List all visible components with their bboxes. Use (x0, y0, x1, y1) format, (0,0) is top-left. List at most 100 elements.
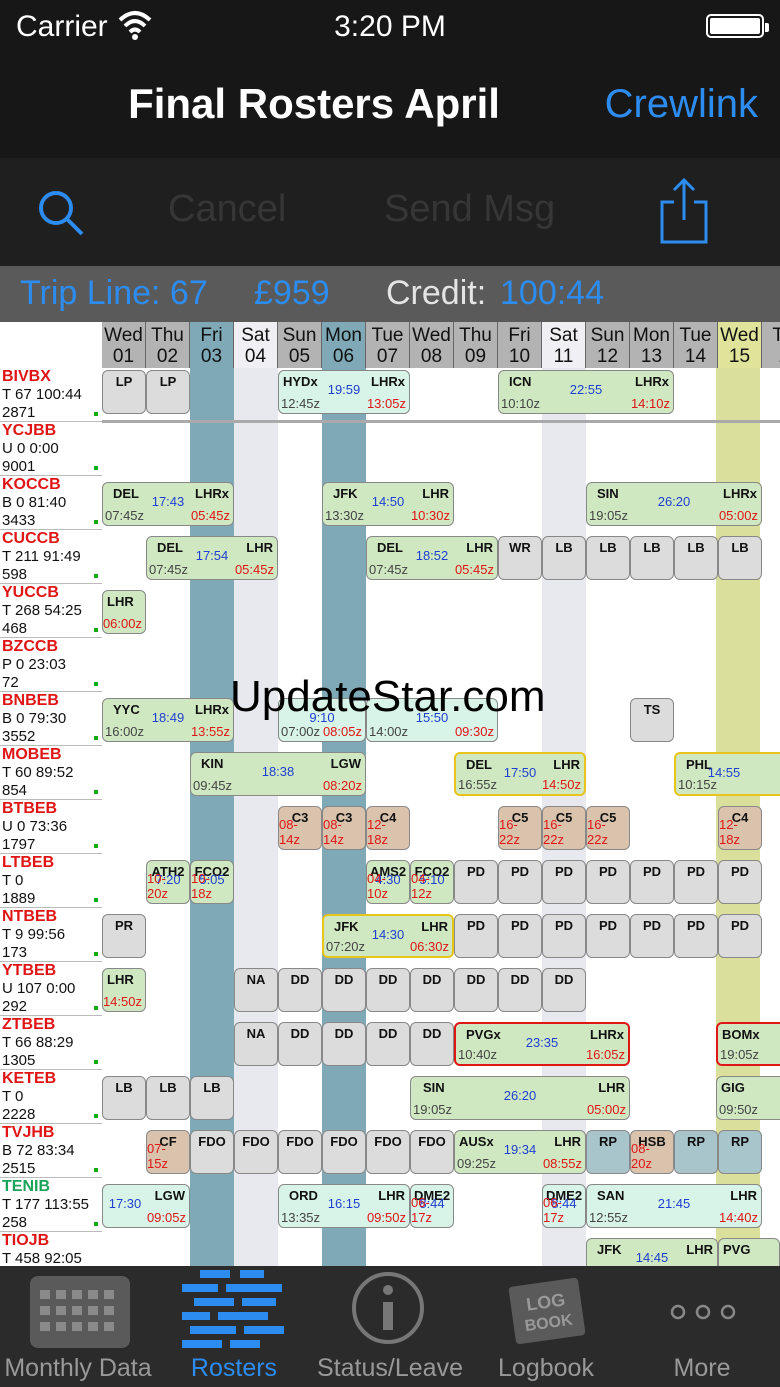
duty-cell[interactable]: DD (542, 968, 586, 1012)
duty-cell[interactable]: LB (674, 536, 718, 580)
duty-cell[interactable]: FDO (366, 1130, 410, 1174)
duty-cell[interactable]: DD (498, 968, 542, 1012)
trip-cell[interactable]: DEL LHR 17:54 07:45z 05:45z (146, 536, 278, 580)
duty-cell[interactable]: PD (454, 860, 498, 904)
duty-cell[interactable]: LP (146, 370, 190, 414)
duty-cell[interactable]: DME2 8:44 06-17z (542, 1184, 586, 1228)
search-icon[interactable] (36, 188, 86, 238)
trip-cell[interactable]: JFK LHR 14:30 07:20z 06:30z (322, 914, 454, 958)
day-header[interactable]: Sat 04 (234, 322, 278, 368)
trip-cell[interactable]: SIN LHRx 26:20 19:05z 05:00z (586, 482, 762, 526)
duty-cell[interactable]: LB (718, 536, 762, 580)
trip-cell[interactable]: JFK LHR 14:45 (586, 1238, 718, 1266)
duty-cell[interactable]: FCO2 5:10 04-12z (410, 860, 454, 904)
duty-cell[interactable]: C3 08-14z (322, 806, 366, 850)
duty-cell[interactable]: PD (674, 860, 718, 904)
duty-cell[interactable]: FDO (234, 1130, 278, 1174)
duty-cell[interactable]: PD (630, 914, 674, 958)
trip-cell[interactable]: LHR 14:50z (102, 968, 146, 1012)
tab-monthly-data[interactable]: Monthly Data (0, 1266, 156, 1387)
day-header[interactable]: Thu 02 (146, 322, 190, 368)
duty-cell[interactable]: DD (366, 1022, 410, 1066)
duty-cell[interactable]: PD (630, 860, 674, 904)
crew-row-label[interactable]: BIVBX T 67 100:44 2871 (0, 368, 102, 422)
duty-cell[interactable]: PD (498, 914, 542, 958)
duty-cell[interactable]: DD (278, 1022, 322, 1066)
duty-cell[interactable]: DD (454, 968, 498, 1012)
day-header[interactable]: Sat 11 (542, 322, 586, 368)
trip-cell[interactable]: BOMx 19:05z (716, 1022, 780, 1066)
duty-cell[interactable]: FCO2 5:05 10-18z (190, 860, 234, 904)
day-header[interactable]: Sun 12 (586, 322, 630, 368)
duty-cell[interactable]: LB (630, 536, 674, 580)
trip-cell[interactable]: YYC LHRx 18:49 16:00z 13:55z (102, 698, 234, 742)
duty-cell[interactable]: FDO (190, 1130, 234, 1174)
duty-cell[interactable]: PD (674, 914, 718, 958)
duty-cell[interactable]: C5 16-22z (498, 806, 542, 850)
tab-logbook[interactable]: LOG BOOK Logbook (468, 1266, 624, 1387)
duty-cell[interactable]: RP (718, 1130, 762, 1174)
day-header[interactable]: Fri 03 (190, 322, 234, 368)
duty-cell[interactable]: FDO (322, 1130, 366, 1174)
day-header[interactable]: Tue 07 (366, 322, 410, 368)
crew-row-label[interactable]: TENIB T 177 113:55 258 (0, 1178, 102, 1232)
trip-cell[interactable]: PVG (718, 1238, 780, 1266)
duty-cell[interactable]: PD (718, 860, 762, 904)
trip-cell[interactable]: LGW 17:30 09:05z (102, 1184, 190, 1228)
tab-more[interactable]: More (624, 1266, 780, 1387)
share-icon[interactable] (658, 176, 710, 246)
duty-cell[interactable]: AMS2 4:30 04-10z (366, 860, 410, 904)
day-header[interactable]: Wed 08 (410, 322, 454, 368)
duty-cell[interactable]: DD (322, 1022, 366, 1066)
duty-cell[interactable]: NA (234, 968, 278, 1012)
duty-cell[interactable]: DD (322, 968, 366, 1012)
duty-cell[interactable]: RP (586, 1130, 630, 1174)
trip-cell[interactable]: KIN LGW 18:38 09:45z 08:20z (190, 752, 366, 796)
duty-cell[interactable]: PD (542, 860, 586, 904)
crew-row-label[interactable]: BZCCB P 0 23:03 72 (0, 638, 102, 692)
duty-cell[interactable]: NA (234, 1022, 278, 1066)
duty-cell[interactable]: DD (410, 1022, 454, 1066)
trip-cell[interactable]: HYDx LHRx 19:59 12:45z 13:05z (278, 370, 410, 414)
day-header[interactable]: Wed 15 (718, 322, 762, 368)
crew-row-label[interactable]: KOCCB B 0 81:40 3433 (0, 476, 102, 530)
crew-row-label[interactable]: LTBEB T 0 1889 (0, 854, 102, 908)
duty-cell[interactable]: FDO (278, 1130, 322, 1174)
day-header[interactable]: Th1 (762, 322, 780, 368)
send-msg-button[interactable]: Send Msg (384, 188, 555, 231)
crew-row-label[interactable]: ZTBEB T 66 88:29 1305 (0, 1016, 102, 1070)
duty-cell[interactable]: PD (498, 860, 542, 904)
duty-cell[interactable]: DD (410, 968, 454, 1012)
duty-cell[interactable]: PD (542, 914, 586, 958)
tab-rosters[interactable]: Rosters (156, 1266, 312, 1387)
day-header[interactable]: Mon 13 (630, 322, 674, 368)
crew-row-label[interactable]: YCJBB U 0 0:00 9001 (0, 422, 102, 476)
duty-cell[interactable]: LB (146, 1076, 190, 1120)
duty-cell[interactable]: LB (102, 1076, 146, 1120)
duty-cell[interactable]: PD (586, 914, 630, 958)
cancel-button[interactable]: Cancel (168, 188, 286, 231)
trip-cell[interactable]: PHL 14:55 10:15z (674, 752, 780, 796)
duty-cell[interactable]: C5 16-22z (542, 806, 586, 850)
duty-cell[interactable]: DD (278, 968, 322, 1012)
duty-cell[interactable]: FDO (410, 1130, 454, 1174)
duty-cell[interactable]: LP (102, 370, 146, 414)
crew-row-label[interactable]: NTBEB T 9 99:56 173 (0, 908, 102, 962)
duty-cell[interactable]: DD (366, 968, 410, 1012)
trip-cell[interactable]: DEL LHR 18:52 07:45z 05:45z (366, 536, 498, 580)
duty-cell[interactable]: DME2 8:44 06-17z (410, 1184, 454, 1228)
duty-cell[interactable]: C5 16-22z (586, 806, 630, 850)
trip-cell[interactable]: DEL LHR 17:50 16:55z 14:50z (454, 752, 586, 796)
duty-cell[interactable]: LB (190, 1076, 234, 1120)
duty-cell[interactable]: RP (674, 1130, 718, 1174)
trip-cell[interactable]: PVGx LHRx 23:35 10:40z 16:05z (454, 1022, 630, 1066)
duty-cell[interactable]: LB (586, 536, 630, 580)
duty-cell[interactable]: C3 08-14z (278, 806, 322, 850)
day-header[interactable]: Thu 09 (454, 322, 498, 368)
trip-cell[interactable]: ICN LHRx 22:55 10:10z 14:10z (498, 370, 674, 414)
trip-cell[interactable]: LHR 06:00z (102, 590, 146, 634)
crewlink-button[interactable]: Crewlink (605, 82, 758, 127)
duty-cell[interactable]: TS (630, 698, 674, 742)
crew-row-label[interactable]: YUCCB T 268 54:25 468 (0, 584, 102, 638)
trip-cell[interactable]: SAN LHR 21:45 12:55z 14:40z (586, 1184, 762, 1228)
